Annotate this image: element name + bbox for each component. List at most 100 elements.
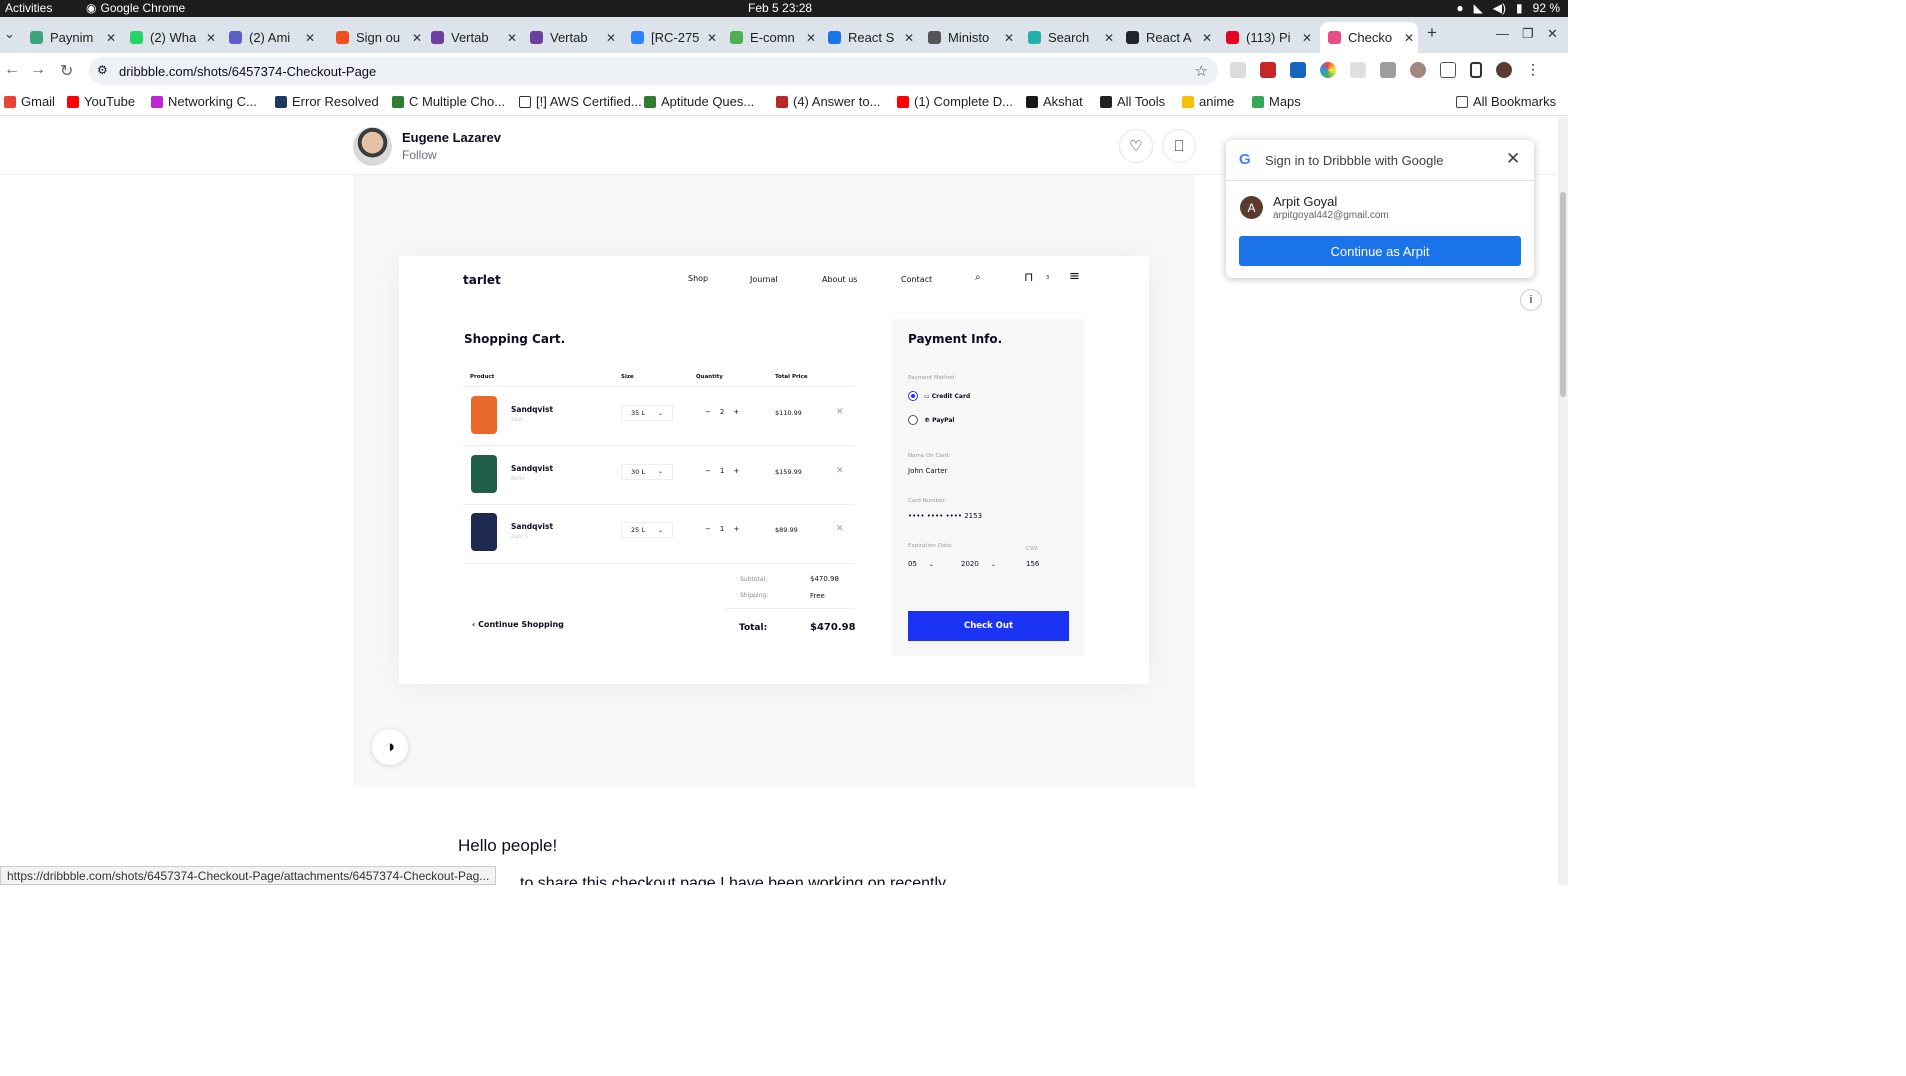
tab-14[interactable]: Checko ✕ (1320, 22, 1418, 53)
menu-icon[interactable]: ⋮ (1526, 62, 1542, 78)
tab-strip: ⌄ Paynim ✕ (2) Wha ✕ (2) Ami ✕ Sign ou ✕ Vertab ✕… (0, 17, 1568, 53)
bookmark-13[interactable]: Maps (1252, 94, 1301, 109)
extensions-puzzle-icon[interactable] (1440, 62, 1456, 78)
extension-ublock-icon[interactable] (1260, 62, 1276, 78)
author-avatar[interactable] (353, 127, 392, 166)
tab-close-icon[interactable]: ✕ (412, 31, 422, 45)
shot-nav-journal: Journal (750, 275, 778, 284)
tab-close-icon[interactable]: ✕ (904, 31, 914, 45)
bookmark-4[interactable]: Error Resolved (275, 94, 379, 109)
tab-close-icon[interactable]: ✕ (1302, 31, 1312, 45)
forward-icon[interactable]: → (30, 61, 46, 79)
bookmark-label: anime (1199, 94, 1235, 109)
bookmark-label: Maps (1269, 94, 1301, 109)
chevron-down-icon: ⌄ (657, 468, 663, 475)
side-panel-icon[interactable] (1470, 62, 1482, 78)
tab-search-icon[interactable]: ⌄ (4, 26, 15, 42)
author-name[interactable]: Eugene Lazarev (402, 130, 501, 145)
quantity-value: 2 (719, 408, 725, 416)
product-variant: Zack (511, 417, 524, 423)
clock[interactable]: Feb 5 23:28 (748, 1, 812, 15)
tab-close-icon[interactable]: ✕ (1202, 31, 1212, 45)
remove-icon: ✕ (836, 465, 844, 476)
save-button[interactable]: ⎕ (1162, 129, 1196, 163)
tab-5[interactable]: Vertab ✕ (423, 22, 521, 53)
site-info-icon[interactable]: ⚙ (97, 63, 108, 77)
tab-11[interactable]: Search ✕ (1020, 22, 1118, 53)
tab-close-icon[interactable]: ✕ (806, 31, 816, 45)
all-bookmarks[interactable]: All Bookmarks (1456, 94, 1556, 109)
tab-4[interactable]: Sign ou ✕ (328, 22, 426, 53)
tab-10[interactable]: Ministo ✕ (920, 22, 1018, 53)
extension-gray-icon[interactable] (1350, 62, 1366, 78)
tab-close-icon[interactable]: ✕ (206, 31, 216, 45)
shot-menu-icon: ≡ (1069, 269, 1080, 284)
address-bar[interactable]: ⚙ dribbble.com/shots/6457374-Checkout-Pa… (89, 57, 1218, 85)
tab-close-icon[interactable]: ✕ (1404, 31, 1414, 45)
tab-favicon-icon (631, 31, 644, 44)
star-icon[interactable]: ☆ (1195, 62, 1208, 80)
tab-1[interactable]: Paynim ✕ (22, 22, 120, 53)
tab-close-icon[interactable]: ✕ (305, 31, 315, 45)
tab-6[interactable]: Vertab ✕ (522, 22, 620, 53)
extension-cookie-icon[interactable] (1410, 62, 1426, 78)
extension-color-icon[interactable] (1320, 62, 1336, 78)
bookmark-9[interactable]: (1) Complete D... (897, 94, 1013, 109)
bookmark-label: YouTube (84, 94, 136, 109)
bookmark-5[interactable]: C Multiple Cho... (392, 94, 505, 109)
bookmark-12[interactable]: anime (1182, 94, 1234, 109)
tab-close-icon[interactable]: ✕ (507, 31, 517, 45)
tab-close-icon[interactable]: ✕ (606, 31, 616, 45)
tab-title: Search (1048, 30, 1090, 45)
tab-title: Vertab (451, 30, 489, 45)
bookmark-8[interactable]: (4) Answer to... (776, 94, 880, 109)
tab-13[interactable]: (113) Pi ✕ (1218, 22, 1316, 53)
tab-title: React S (848, 30, 895, 45)
maximize-icon[interactable]: ❐ (1522, 26, 1534, 42)
close-icon[interactable]: ✕ (1506, 149, 1520, 169)
paypal-radio (908, 415, 918, 425)
back-icon[interactable]: ← (4, 61, 20, 79)
activities-button[interactable]: Activities (5, 1, 52, 15)
page-scrollbar[interactable] (1558, 117, 1568, 885)
follow-link[interactable]: Follow (402, 148, 437, 162)
tab-close-icon[interactable]: ✕ (707, 31, 717, 45)
continue-as-button[interactable]: Continue as Arpit (1239, 236, 1521, 266)
app-menu[interactable]: ◉ Google Chrome (86, 1, 185, 15)
bookmark-favicon-icon (519, 95, 531, 108)
minimize-icon[interactable]: — (1496, 26, 1509, 41)
tab-9[interactable]: React S ✕ (820, 22, 918, 53)
bookmark-10[interactable]: Akshat (1026, 94, 1083, 109)
like-button[interactable]: ♡ (1119, 129, 1153, 163)
tab-2[interactable]: (2) Wha ✕ (122, 22, 220, 53)
theme-toggle-button[interactable]: ◑ (372, 729, 408, 765)
reload-icon[interactable]: ↻ (60, 61, 73, 81)
system-tray[interactable]: ● ◣ ◀) ▮ 92 % (1456, 1, 1560, 15)
bookmark-3[interactable]: Networking C... (151, 94, 257, 109)
bookmark-2[interactable]: YouTube (67, 94, 135, 109)
bookmark-favicon-icon (1026, 95, 1038, 108)
tab-7[interactable]: [RC-275 ✕ (623, 22, 721, 53)
close-window-icon[interactable]: ✕ (1547, 26, 1558, 42)
scrollbar-thumb[interactable] (1560, 192, 1566, 397)
extension-json-icon[interactable] (1230, 62, 1246, 78)
new-tab-button[interactable]: + (1427, 23, 1437, 43)
tab-close-icon[interactable]: ✕ (106, 31, 116, 45)
tab-8[interactable]: E-comn ✕ (722, 22, 820, 53)
shot-image[interactable]: tarlet Shop Journal About us Contact ⌕ ⊓… (399, 256, 1149, 684)
tab-3[interactable]: (2) Ami ✕ (221, 22, 319, 53)
product-image (471, 454, 497, 493)
bookmark-6[interactable]: [!] AWS Certified... (519, 94, 642, 109)
bookmark-11[interactable]: All Tools (1100, 94, 1165, 109)
tab-title: Sign ou (356, 30, 401, 45)
bookmark-1[interactable]: Gmail (4, 94, 55, 109)
extension-image-icon[interactable] (1380, 62, 1396, 78)
info-icon[interactable]: i (1520, 289, 1542, 311)
tab-12[interactable]: React A ✕ (1118, 22, 1216, 53)
bookmark-7[interactable]: Aptitude Ques... (644, 94, 754, 109)
tab-close-icon[interactable]: ✕ (1104, 31, 1114, 45)
tab-close-icon[interactable]: ✕ (1004, 31, 1014, 45)
extension-n-icon[interactable] (1290, 62, 1306, 78)
profile-avatar[interactable] (1496, 62, 1512, 78)
chevron-down-icon: ⌄ (657, 409, 663, 417)
